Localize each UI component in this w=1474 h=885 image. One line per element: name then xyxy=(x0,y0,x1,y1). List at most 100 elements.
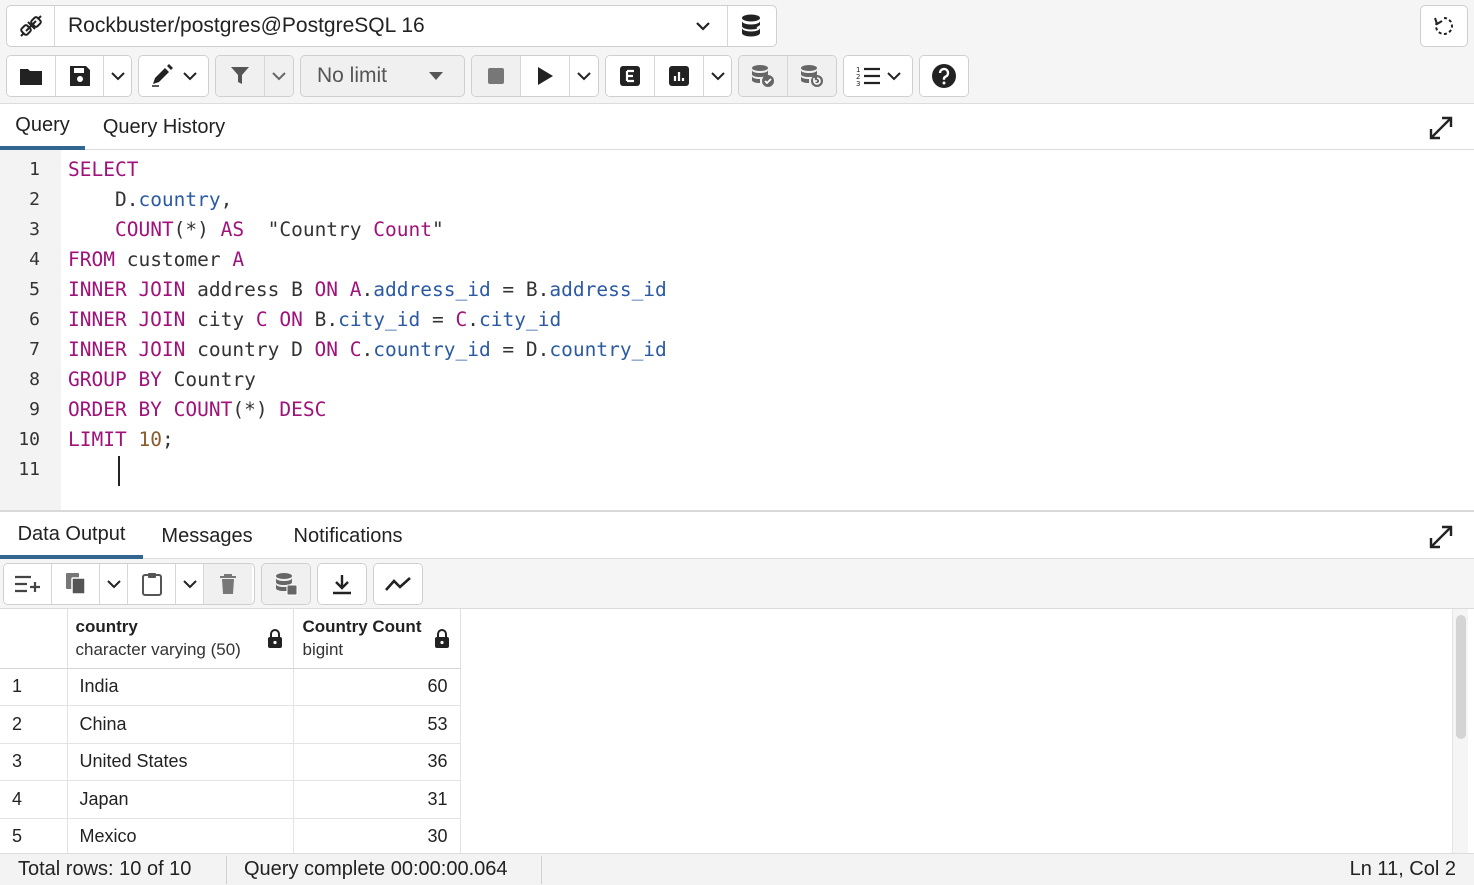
code-token: = D. xyxy=(490,338,550,361)
chevron-down-icon xyxy=(887,71,901,80)
table-row[interactable]: 5 Mexico 30 xyxy=(0,818,461,853)
filter-button[interactable] xyxy=(216,56,265,96)
paste-options-dropdown[interactable] xyxy=(176,564,204,604)
row-number[interactable]: 4 xyxy=(0,780,68,819)
tab-messages[interactable]: Messages xyxy=(143,513,271,559)
code-token: C xyxy=(349,338,362,361)
cell-country[interactable]: China xyxy=(67,705,294,744)
help-group xyxy=(919,55,969,97)
column-type: character varying (50) xyxy=(75,639,241,659)
column-header-country[interactable]: country character varying (50) xyxy=(67,609,294,669)
help-button[interactable] xyxy=(920,56,968,96)
cell-country[interactable]: United States xyxy=(67,743,294,781)
chevron-down-icon xyxy=(182,579,197,588)
new-connection-database-icon[interactable] xyxy=(727,6,776,46)
expand-icon[interactable] xyxy=(1428,115,1454,141)
explain-analyze-button[interactable] xyxy=(655,56,704,96)
save-file-button[interactable] xyxy=(56,56,104,96)
filter-options-dropdown[interactable] xyxy=(265,56,293,96)
code-token: Count xyxy=(373,218,432,241)
connection-bar: Rockbuster/postgres@PostgreSQL 16 xyxy=(0,0,1474,52)
table-row[interactable]: 4 Japan 31 xyxy=(0,780,461,819)
stop-query-button[interactable] xyxy=(472,56,521,96)
reset-layout-button[interactable] xyxy=(1420,5,1468,47)
vertical-scrollbar[interactable] xyxy=(1452,609,1468,853)
connection-status-icon[interactable] xyxy=(7,6,55,46)
save-data-changes-button[interactable] xyxy=(262,564,310,604)
connection-selector[interactable]: Rockbuster/postgres@PostgreSQL 16 xyxy=(6,5,777,47)
expand-icon[interactable] xyxy=(1428,524,1454,550)
explain-options-dropdown[interactable] xyxy=(704,56,731,96)
open-file-button[interactable] xyxy=(7,56,56,96)
line-chart-icon xyxy=(385,577,411,591)
scrollbar-thumb[interactable] xyxy=(1456,615,1466,739)
code-token: address_id xyxy=(373,278,491,301)
caret-down-icon xyxy=(429,72,443,80)
graph-visualiser-button[interactable] xyxy=(374,564,422,604)
result-grid: country character varying (50) Country C… xyxy=(0,609,1474,853)
execute-query-button[interactable] xyxy=(521,56,570,96)
cell-country-count[interactable]: 53 xyxy=(293,705,461,744)
graph-group xyxy=(373,563,423,605)
cell-country-count[interactable]: 31 xyxy=(293,780,461,819)
database-save-icon xyxy=(276,573,298,596)
row-number[interactable]: 3 xyxy=(0,743,68,781)
query-complete-status: Query complete 00:00:00.064 xyxy=(244,858,508,880)
code-line: D.country, xyxy=(68,188,232,211)
row-limit-select[interactable]: No limit xyxy=(300,55,465,97)
copy-button[interactable] xyxy=(52,564,100,604)
row-number-header[interactable] xyxy=(0,609,68,669)
save-options-dropdown[interactable] xyxy=(104,56,131,96)
sql-editor[interactable]: 1 2 3 4 5 6 7 8 9 10 11 SELECT D.country, COUNT(*)… xyxy=(0,150,1474,512)
explain-button[interactable] xyxy=(606,56,655,96)
cell-country-count[interactable]: 36 xyxy=(293,743,461,781)
tab-notifications[interactable]: Notifications xyxy=(271,513,425,559)
copy-options-dropdown[interactable] xyxy=(100,564,128,604)
bar-chart-icon xyxy=(669,66,689,86)
delete-row-button[interactable] xyxy=(204,564,252,604)
cell-country[interactable]: India xyxy=(67,668,294,706)
cursor-position-status: Ln 11, Col 2 xyxy=(1349,858,1456,880)
line-number: 1 xyxy=(29,159,40,180)
macros-button[interactable]: 123 xyxy=(844,56,912,96)
lock-icon xyxy=(267,629,282,648)
cell-country-count[interactable]: 60 xyxy=(293,668,461,706)
row-number[interactable]: 5 xyxy=(0,818,68,853)
execute-options-dropdown[interactable] xyxy=(570,56,598,96)
table-row[interactable]: 2 China 53 xyxy=(0,705,461,744)
macros-group: 123 xyxy=(843,55,913,97)
paste-button[interactable] xyxy=(128,564,176,604)
download-csv-button[interactable] xyxy=(318,564,366,604)
code-token: . xyxy=(361,338,374,361)
code-line: GROUP BY Country xyxy=(68,368,256,391)
cell-country-count[interactable]: 30 xyxy=(293,818,461,853)
code-token: INNER JOIN xyxy=(68,338,186,361)
rollback-button[interactable] xyxy=(788,56,836,96)
cell-country[interactable]: Japan xyxy=(67,780,294,819)
cell-country[interactable]: Mexico xyxy=(67,818,294,853)
add-row-button[interactable] xyxy=(4,564,52,604)
tab-query-history[interactable]: Query History xyxy=(85,104,243,150)
line-number: 8 xyxy=(29,369,40,390)
code-token: country xyxy=(138,188,221,211)
code-token: country_id xyxy=(373,338,491,361)
code-token: (*) xyxy=(173,218,221,241)
code-token: ; xyxy=(161,428,174,451)
row-number[interactable]: 1 xyxy=(0,668,68,706)
edit-options-button[interactable] xyxy=(139,56,208,96)
code-line: FROM customer A xyxy=(68,248,244,271)
tab-query[interactable]: Query xyxy=(0,104,85,150)
row-number[interactable]: 2 xyxy=(0,705,68,744)
chevron-down-icon[interactable] xyxy=(679,21,727,31)
code-line: INNER JOIN country D ON C.country_id = D… xyxy=(68,338,667,361)
tab-data-output[interactable]: Data Output xyxy=(0,513,143,559)
connection-label: Rockbuster/postgres@PostgreSQL 16 xyxy=(68,14,425,37)
commit-button[interactable] xyxy=(739,56,788,96)
code-token: city xyxy=(185,308,256,331)
table-row[interactable]: 1 India 60 xyxy=(0,668,461,706)
column-header-country-count[interactable]: Country Count bigint xyxy=(293,609,461,669)
table-row[interactable]: 3 United States 36 xyxy=(0,743,461,781)
save-data-group xyxy=(261,563,311,605)
